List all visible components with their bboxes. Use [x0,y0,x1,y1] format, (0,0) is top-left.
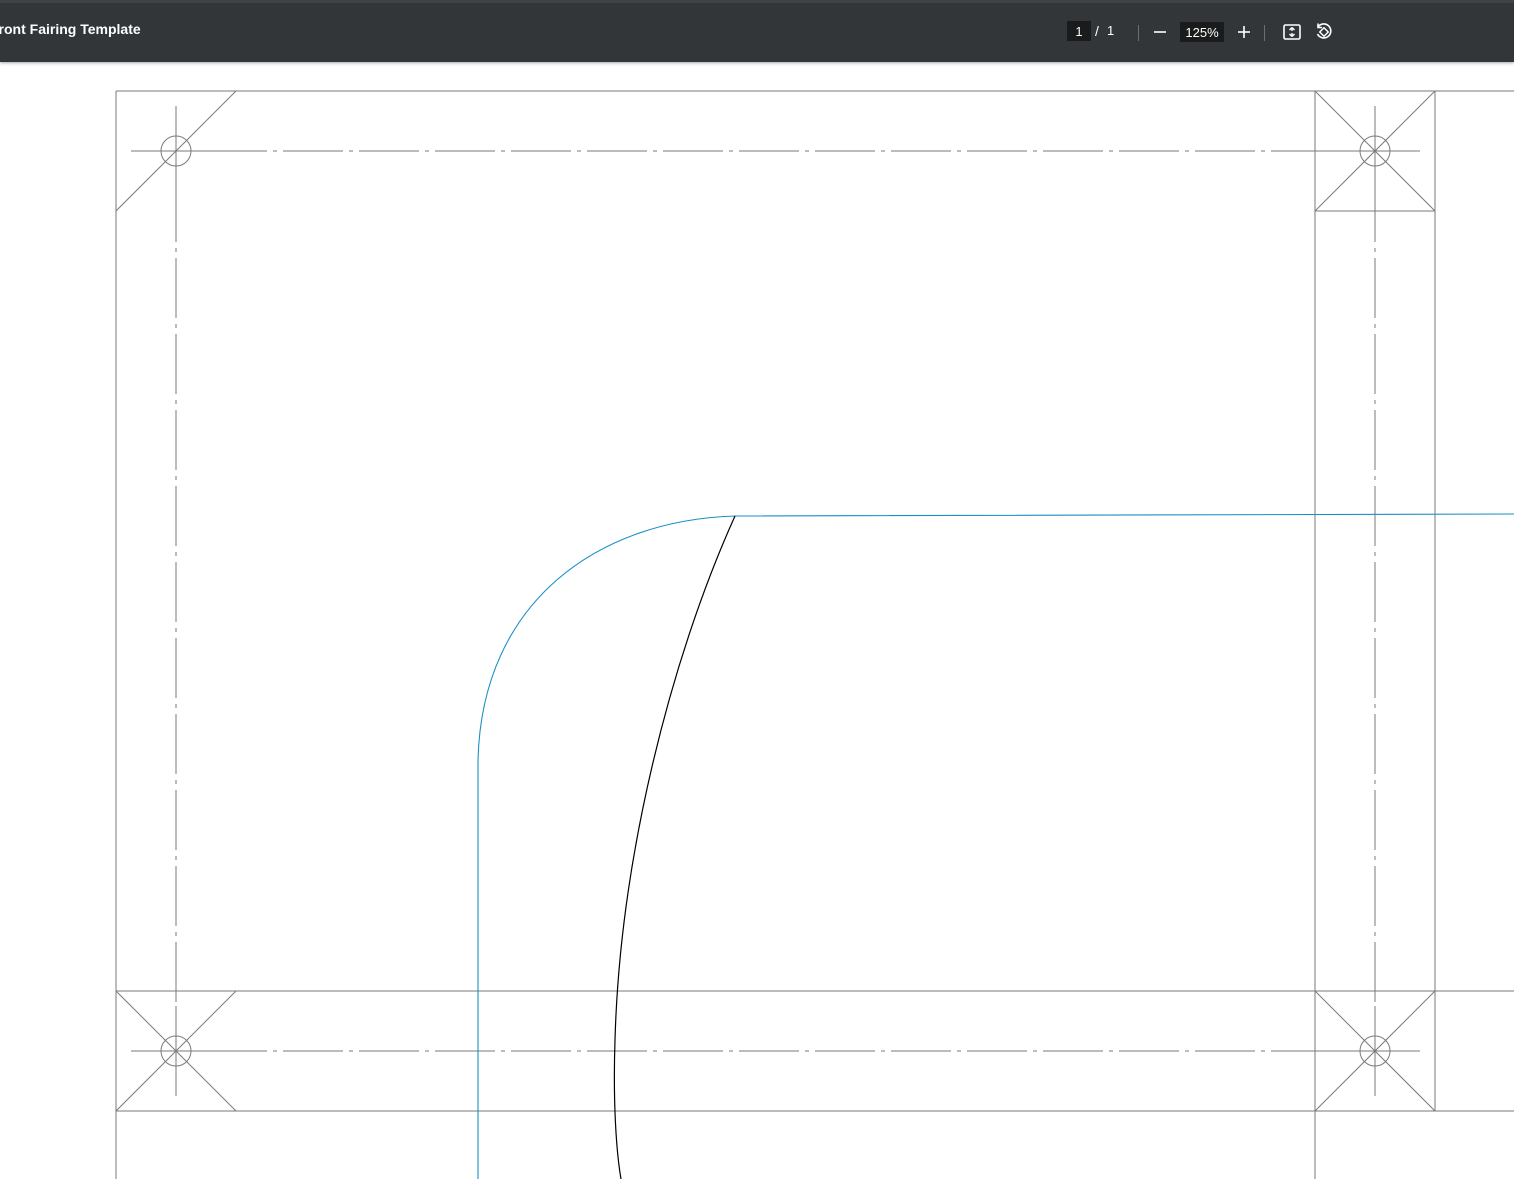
zoom-out-button[interactable] [1148,20,1172,44]
document-viewer[interactable] [0,62,1514,1179]
document-title: Front Fairing Template [0,21,141,37]
page-separator: / [1095,23,1099,39]
plus-icon [1238,26,1250,38]
fit-to-page-button[interactable] [1280,20,1304,44]
pdf-toolbar: Front Fairing Template / 1 [0,0,1514,62]
toolbar-divider [1264,25,1265,41]
cut-line [613,515,736,1179]
registration-mark-bottom-right [1314,990,1436,1112]
page-total: 1 [1107,23,1115,38]
minus-icon [1154,31,1166,33]
zoom-level-input[interactable] [1180,22,1224,42]
rotate-button[interactable] [1312,20,1336,44]
fit-to-page-icon [1283,24,1301,40]
toolbar-divider [1138,25,1139,41]
registration-mark-bottom-left [115,990,237,1112]
fairing-outline [477,513,1514,1179]
template-drawing [115,90,1514,1179]
registration-mark-top-right [1314,90,1436,212]
zoom-in-button[interactable] [1232,20,1256,44]
registration-mark-top-left [115,90,237,212]
page-number-input[interactable] [1067,21,1091,41]
rotate-icon [1316,23,1332,39]
